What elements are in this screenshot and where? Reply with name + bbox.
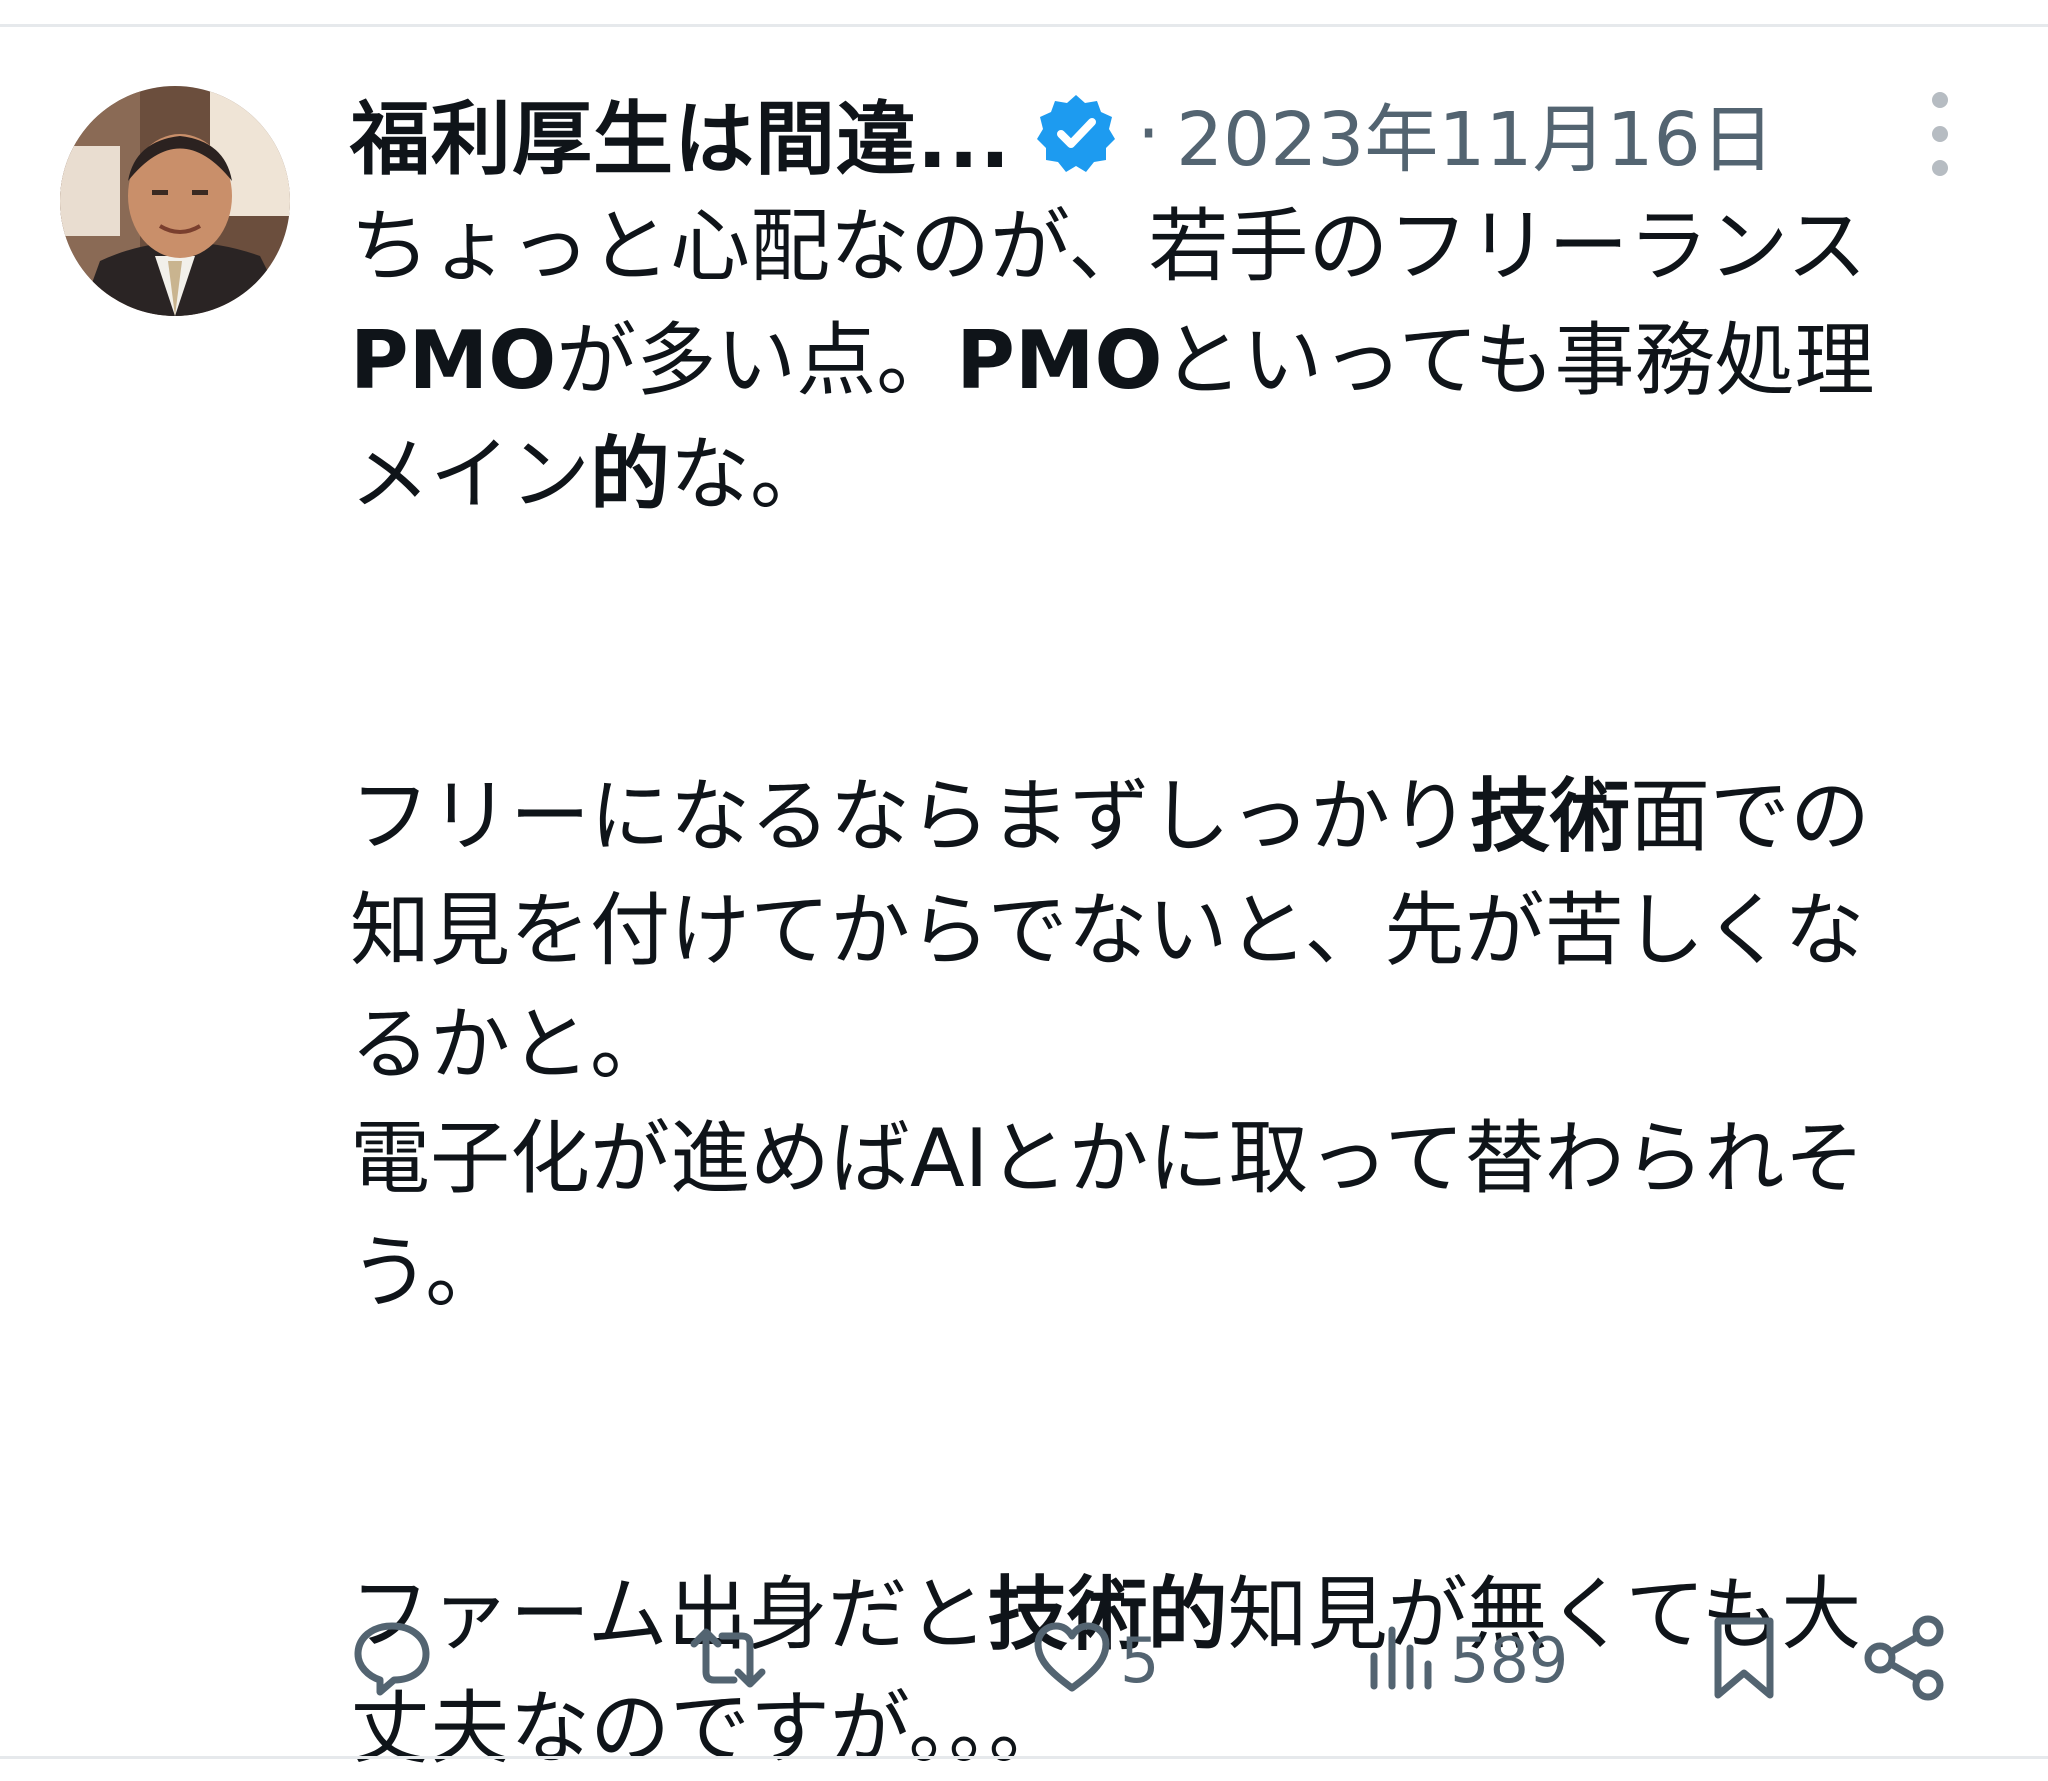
- text-line: 知見を付けてからでないと、先が苦しくな: [350, 874, 2010, 988]
- text-segment: う。: [350, 1226, 506, 1319]
- separator-dot: ·: [1137, 91, 1161, 175]
- reply-button[interactable]: [350, 1600, 434, 1720]
- text-line: メイン的な。: [350, 418, 2010, 532]
- text-segment: メイン: [350, 428, 590, 521]
- reply-icon: [350, 1616, 434, 1704]
- share-button[interactable]: [1860, 1600, 1950, 1720]
- views-button[interactable]: 589: [1360, 1600, 1568, 1720]
- text-segment-bold: PMO: [956, 314, 1163, 407]
- text-segment: が多い点。: [556, 314, 957, 407]
- text-line: ちょっと心配なのが、若手のフリーランス: [350, 190, 2010, 304]
- post-header: 福利厚生は間違... · 2023年11月16日: [350, 78, 1775, 188]
- post-text: ちょっと心配なのが、若手のフリーランス PMOが多い点。PMOといっても事務処理…: [350, 190, 2010, 1781]
- verified-badge-icon: [1035, 92, 1117, 174]
- text-line: フリーになるならまずしっかり技術面での: [350, 760, 2010, 874]
- views-count: 589: [1450, 1623, 1569, 1697]
- post-timestamp[interactable]: 2023年11月16日: [1176, 80, 1775, 187]
- text-segment: 知見を付けてからでないと、先が苦しくな: [350, 884, 1865, 977]
- top-divider: [0, 24, 2048, 27]
- repost-button[interactable]: [680, 1600, 776, 1720]
- text-segment-bold: 技術: [1470, 770, 1630, 863]
- text-line: 電子化が進めばAIとかに取って替わられそ: [350, 1102, 2010, 1216]
- action-bar: 5 589: [350, 1600, 1990, 1720]
- like-button[interactable]: 5: [1030, 1600, 1159, 1720]
- text-line: PMOが多い点。PMOといっても事務処理: [350, 304, 2010, 418]
- avatar[interactable]: [60, 86, 290, 316]
- like-count: 5: [1120, 1623, 1160, 1697]
- text-line: るかと。: [350, 988, 2010, 1102]
- text-segment: な。: [670, 428, 830, 521]
- bookmark-button[interactable]: [1702, 1600, 1786, 1720]
- text-line: う。: [350, 1216, 2010, 1330]
- text-segment: 面での: [1630, 770, 1870, 863]
- text-segment-bold: 的: [590, 428, 670, 521]
- text-segment: るかと。: [350, 998, 670, 1091]
- text-segment-bold: PMO: [350, 314, 557, 407]
- more-vertical-icon[interactable]: [1912, 92, 1968, 176]
- bookmark-icon: [1702, 1613, 1786, 1707]
- text-segment: フリーになるならまずしっかり: [350, 770, 1470, 863]
- heart-icon: [1030, 1616, 1114, 1704]
- text-segment: ちょっと心配なのが、若手のフリーランス: [350, 200, 1867, 293]
- text-segment: 電子化が進めばAIとかに取って替わられそ: [350, 1112, 1865, 1205]
- repost-icon: [680, 1616, 776, 1704]
- share-icon: [1860, 1613, 1950, 1707]
- text-segment: といっても事務処理: [1162, 314, 1875, 407]
- author-display-name[interactable]: 福利厚生は間違...: [350, 75, 1011, 191]
- views-icon: [1360, 1616, 1444, 1704]
- bottom-divider: [0, 1756, 2048, 1759]
